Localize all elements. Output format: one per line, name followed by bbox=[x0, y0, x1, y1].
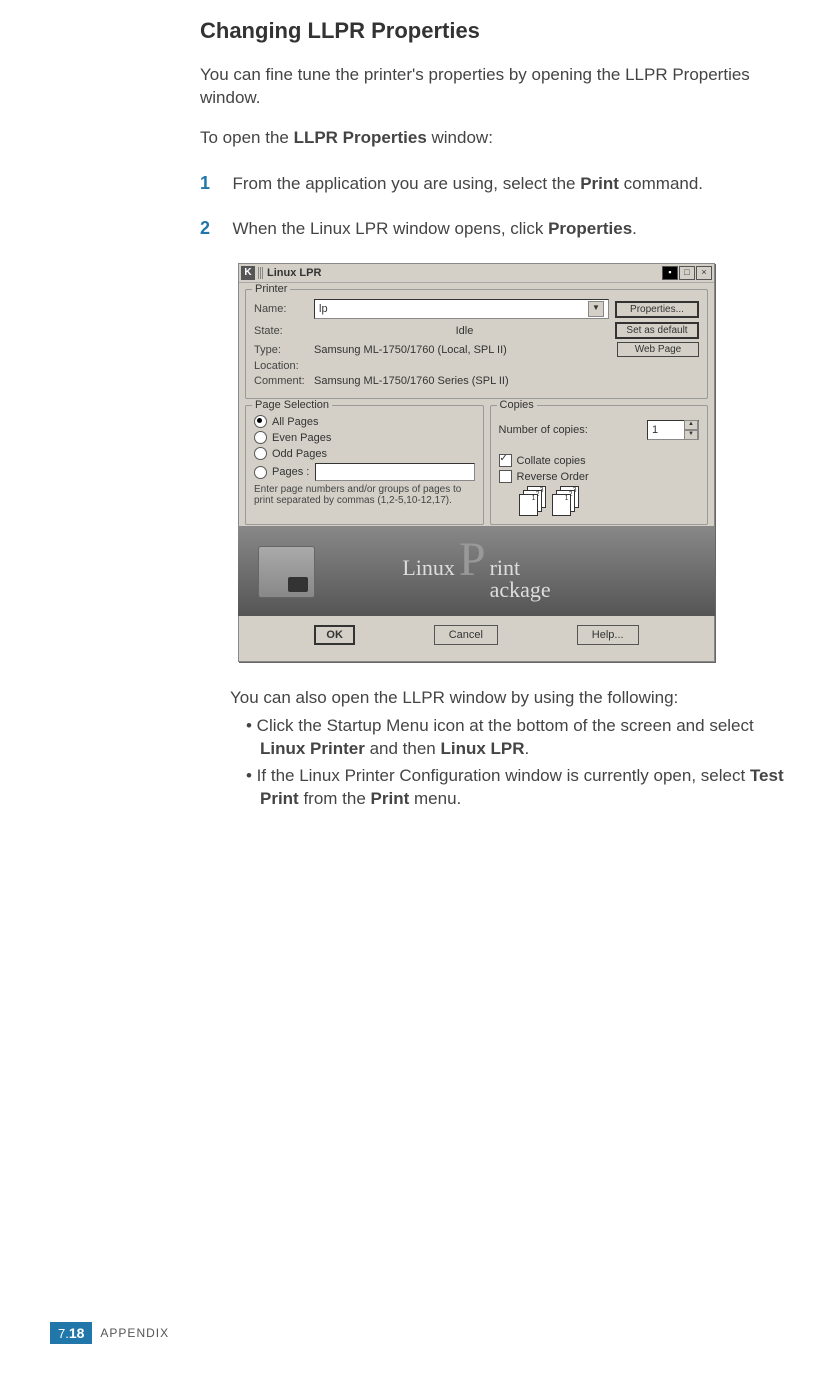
step2-b: Properties bbox=[548, 219, 632, 238]
reverse-checkbox[interactable] bbox=[499, 470, 512, 483]
name-value: lp bbox=[319, 303, 328, 315]
bul2-d: Print bbox=[371, 789, 410, 808]
type-label: Type: bbox=[254, 344, 314, 356]
intro-open: To open the LLPR Properties window: bbox=[200, 128, 798, 148]
radio-odd-pages[interactable] bbox=[254, 447, 267, 460]
intro-paragraph: You can fine tune the printer's properti… bbox=[200, 64, 798, 110]
step1-b: Print bbox=[580, 174, 619, 193]
state-label: State: bbox=[254, 325, 314, 337]
collate-preview: 321 321 bbox=[519, 486, 699, 516]
titlebar[interactable]: K Linux LPR ▪ □ × bbox=[239, 264, 714, 283]
collate-label: Collate copies bbox=[517, 455, 586, 467]
name-combo[interactable]: lp ▼ bbox=[314, 299, 609, 319]
location-label: Location: bbox=[254, 360, 314, 372]
bul1-b: Linux Printer bbox=[260, 739, 365, 758]
bul1-e: . bbox=[525, 739, 530, 758]
maximize-icon[interactable]: □ bbox=[679, 266, 695, 280]
ok-button[interactable]: OK bbox=[314, 625, 355, 645]
after-text: You can also open the LLPR window by usi… bbox=[230, 687, 798, 710]
bul1-a: • Click the Startup Menu icon at the bot… bbox=[246, 716, 754, 735]
copies-group: Copies Number of copies: 1 ▲▼ Collate co… bbox=[490, 405, 708, 525]
footer-label: APPENDIX bbox=[100, 1326, 169, 1340]
set-default-button[interactable]: Set as default bbox=[615, 322, 699, 339]
banner-group: Linux P rint ackage bbox=[245, 531, 708, 609]
name-label: Name: bbox=[254, 303, 314, 315]
num-copies-value: 1 bbox=[648, 424, 684, 436]
intro2-c: window: bbox=[427, 128, 493, 147]
step2-c: . bbox=[632, 219, 637, 238]
odd-pages-label: Odd Pages bbox=[272, 448, 327, 460]
chapter-number: 7. bbox=[58, 1326, 69, 1341]
step2-number: 2 bbox=[200, 218, 228, 239]
radio-pages[interactable] bbox=[254, 466, 267, 479]
state-value: Idle bbox=[314, 325, 615, 337]
step2-a: When the Linux LPR window opens, click bbox=[232, 219, 548, 238]
page-heading: Changing LLPR Properties bbox=[200, 18, 798, 44]
num-copies-spinner[interactable]: 1 ▲▼ bbox=[647, 420, 699, 440]
grip-icon bbox=[258, 267, 264, 279]
intro2-b: LLPR Properties bbox=[294, 128, 427, 147]
pages-input[interactable] bbox=[315, 463, 474, 481]
minimize-icon[interactable]: ▪ bbox=[662, 266, 678, 280]
banner-rint: rint bbox=[490, 557, 551, 579]
printer-group-title: Printer bbox=[252, 283, 290, 295]
close-icon[interactable]: × bbox=[696, 266, 712, 280]
bul1-d: Linux LPR bbox=[440, 739, 524, 758]
step1-text: From the application you are using, sele… bbox=[232, 173, 795, 196]
step-2: 2 When the Linux LPR window opens, click… bbox=[200, 218, 798, 241]
radio-even-pages[interactable] bbox=[254, 431, 267, 444]
step-1: 1 From the application you are using, se… bbox=[200, 173, 798, 196]
collate-checkbox[interactable] bbox=[499, 454, 512, 467]
bullet-1: • Click the Startup Menu icon at the bot… bbox=[230, 715, 798, 761]
copies-title: Copies bbox=[497, 399, 537, 411]
help-button[interactable]: Help... bbox=[577, 625, 639, 645]
kde-icon: K bbox=[241, 266, 255, 280]
web-page-button[interactable]: Web Page bbox=[617, 342, 699, 357]
even-pages-label: Even Pages bbox=[272, 432, 331, 444]
banner-linux: Linux bbox=[402, 555, 455, 581]
properties-button[interactable]: Properties... bbox=[615, 301, 699, 318]
footer: 7.18 APPENDIX bbox=[50, 1322, 169, 1344]
reverse-label: Reverse Order bbox=[517, 471, 589, 483]
printer-icon bbox=[258, 546, 315, 598]
comment-value: Samsung ML-1750/1760 Series (SPL II) bbox=[314, 375, 699, 387]
bul2-c: from the bbox=[299, 789, 371, 808]
page-badge: 7.18 bbox=[50, 1322, 92, 1344]
linux-lpr-window: K Linux LPR ▪ □ × Printer Name: lp ▼ Pro… bbox=[238, 263, 715, 662]
cancel-button[interactable]: Cancel bbox=[434, 625, 498, 645]
spin-up-icon[interactable]: ▲ bbox=[684, 420, 698, 430]
num-copies-label: Number of copies: bbox=[499, 424, 588, 436]
chevron-down-icon[interactable]: ▼ bbox=[588, 301, 604, 317]
step1-number: 1 bbox=[200, 173, 228, 194]
bullet-2: • If the Linux Printer Configuration win… bbox=[230, 765, 798, 811]
bul2-a: • If the Linux Printer Configuration win… bbox=[246, 766, 750, 785]
step1-a: From the application you are using, sele… bbox=[232, 174, 580, 193]
banner-p-icon: P bbox=[459, 541, 486, 579]
bul1-c: and then bbox=[365, 739, 441, 758]
comment-label: Comment: bbox=[254, 375, 314, 387]
page-selection-group: Page Selection All Pages Even Pages Odd … bbox=[245, 405, 484, 525]
type-value: Samsung ML-1750/1760 (Local, SPL II) bbox=[314, 344, 617, 356]
printer-group: Printer Name: lp ▼ Properties... State: … bbox=[245, 289, 708, 399]
radio-all-pages[interactable] bbox=[254, 415, 267, 428]
page-selection-title: Page Selection bbox=[252, 399, 332, 411]
page-number: 18 bbox=[69, 1325, 85, 1341]
window-title: Linux LPR bbox=[267, 267, 661, 279]
pages-label: Pages : bbox=[272, 466, 309, 478]
all-pages-label: All Pages bbox=[272, 416, 318, 428]
step1-c: command. bbox=[619, 174, 703, 193]
banner: Linux P rint ackage bbox=[238, 526, 715, 616]
step2-text: When the Linux LPR window opens, click P… bbox=[232, 218, 795, 241]
spin-down-icon[interactable]: ▼ bbox=[684, 430, 698, 440]
banner-ackage: ackage bbox=[490, 579, 551, 601]
pages-hint: Enter page numbers and/or groups of page… bbox=[254, 484, 475, 506]
intro2-a: To open the bbox=[200, 128, 294, 147]
bul2-e: menu. bbox=[409, 789, 461, 808]
